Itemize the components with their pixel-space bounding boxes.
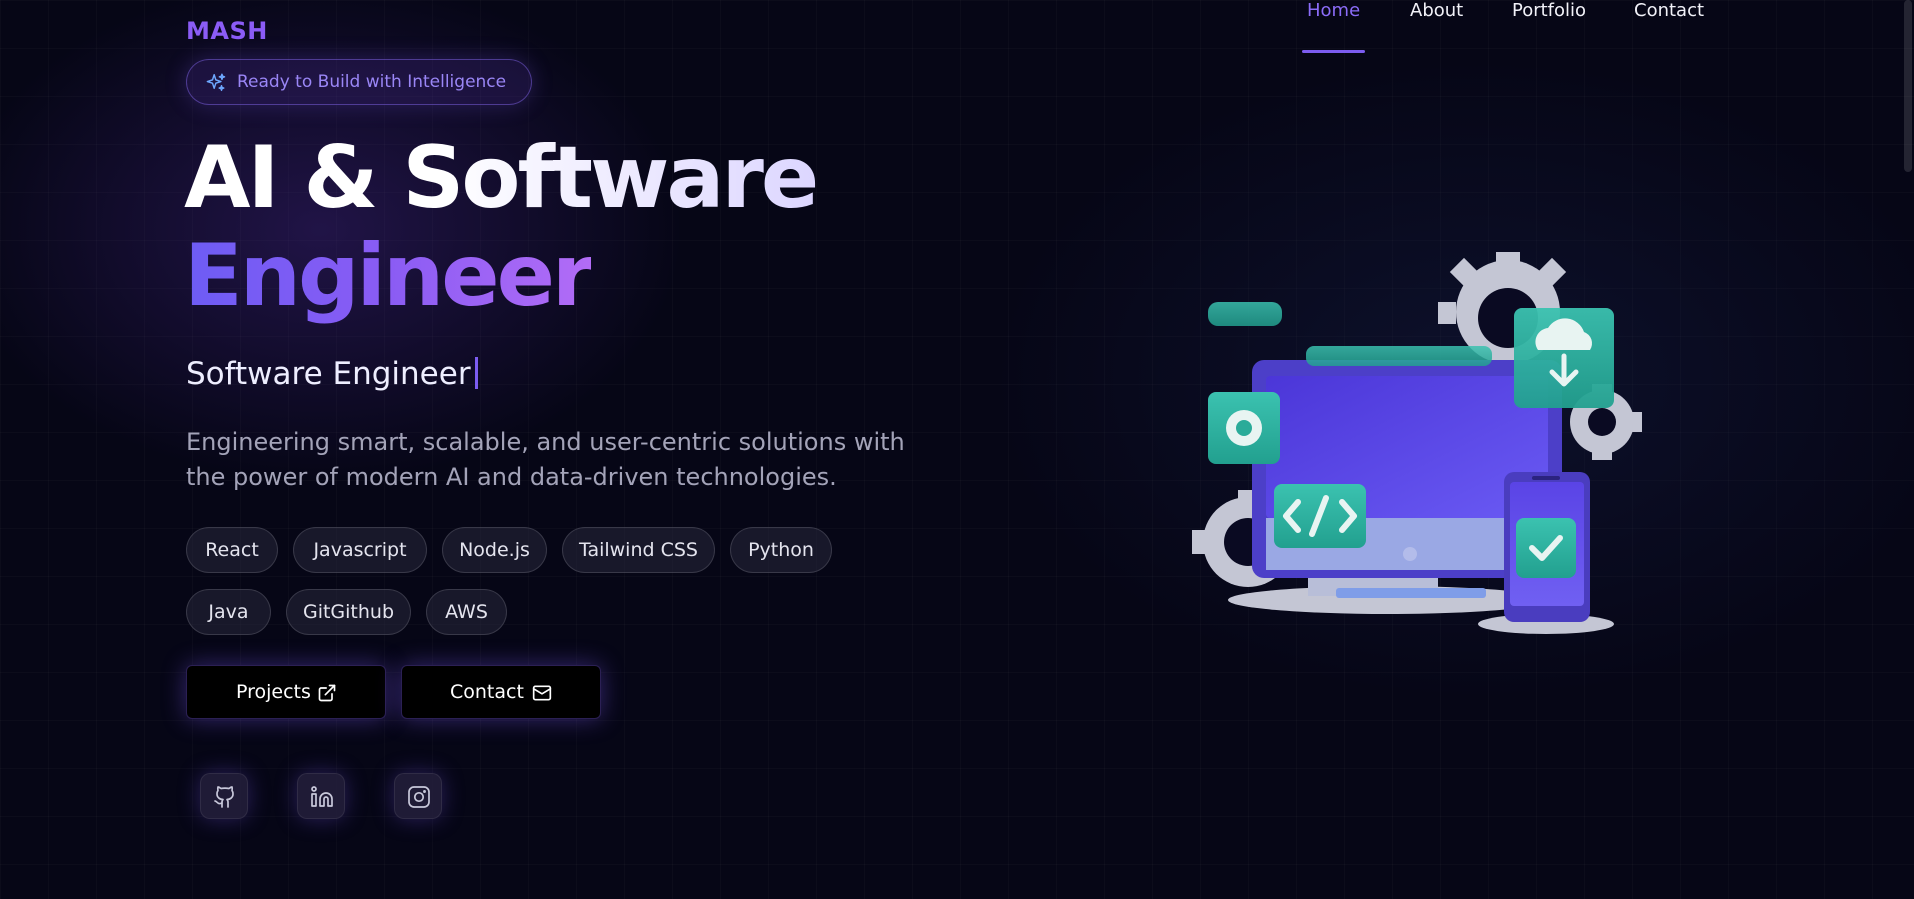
nav-about[interactable]: About — [1410, 0, 1463, 21]
nav-contact[interactable]: Contact — [1634, 0, 1704, 21]
code-card-icon — [1274, 484, 1366, 548]
hero-title-line2: Engineer — [184, 226, 594, 326]
typed-role: Software Engineer — [186, 356, 478, 392]
projects-button-label: Projects — [236, 681, 311, 703]
tag-nodejs: Node.js — [442, 527, 547, 573]
hero-title-line1: AI & Software — [184, 128, 819, 228]
floating-bar-left — [1208, 302, 1282, 326]
page-scrollbar[interactable] — [1904, 0, 1912, 172]
instagram-link[interactable] — [394, 773, 442, 819]
contact-button-label: Contact — [450, 681, 524, 703]
monitor-button — [1403, 547, 1417, 561]
tag-java: Java — [186, 589, 271, 635]
linkedin-icon — [311, 786, 333, 807]
mail-icon — [532, 685, 552, 701]
github-link[interactable] — [200, 773, 248, 819]
sparkles-icon — [206, 73, 226, 92]
linkedin-link[interactable] — [297, 773, 345, 819]
badge-label: Ready to Build with Intelligence — [237, 72, 507, 92]
tag-react: React — [186, 527, 278, 573]
check-card-icon — [1516, 518, 1576, 578]
nav-portfolio[interactable]: Portfolio — [1512, 0, 1586, 21]
typing-cursor — [474, 357, 478, 389]
github-icon — [214, 786, 234, 808]
settings-card-icon — [1208, 392, 1280, 464]
projects-button[interactable]: Projects — [186, 665, 386, 719]
external-link-icon — [318, 684, 336, 702]
tag-tailwind: Tailwind CSS — [562, 527, 715, 573]
hero-badge: Ready to Build with Intelligence — [186, 59, 532, 105]
floating-bar-top — [1306, 346, 1492, 366]
nav-active-indicator — [1302, 50, 1365, 53]
instagram-icon — [408, 786, 430, 808]
tag-javascript: Javascript — [293, 527, 427, 573]
hero-illustration — [1192, 252, 1642, 634]
hero-description: Engineering smart, scalable, and user-ce… — [186, 428, 905, 491]
cloud-download-card-icon — [1514, 308, 1614, 408]
tag-gitgithub: GitGithub — [286, 589, 411, 635]
contact-button[interactable]: Contact — [401, 665, 601, 719]
typed-role-text: Software Engineer — [186, 356, 471, 392]
tag-python: Python — [730, 527, 832, 573]
monitor-base — [1336, 588, 1486, 598]
site-logo[interactable]: MASH — [186, 17, 268, 45]
tag-aws: AWS — [426, 589, 507, 635]
nav-home[interactable]: Home — [1307, 0, 1360, 21]
